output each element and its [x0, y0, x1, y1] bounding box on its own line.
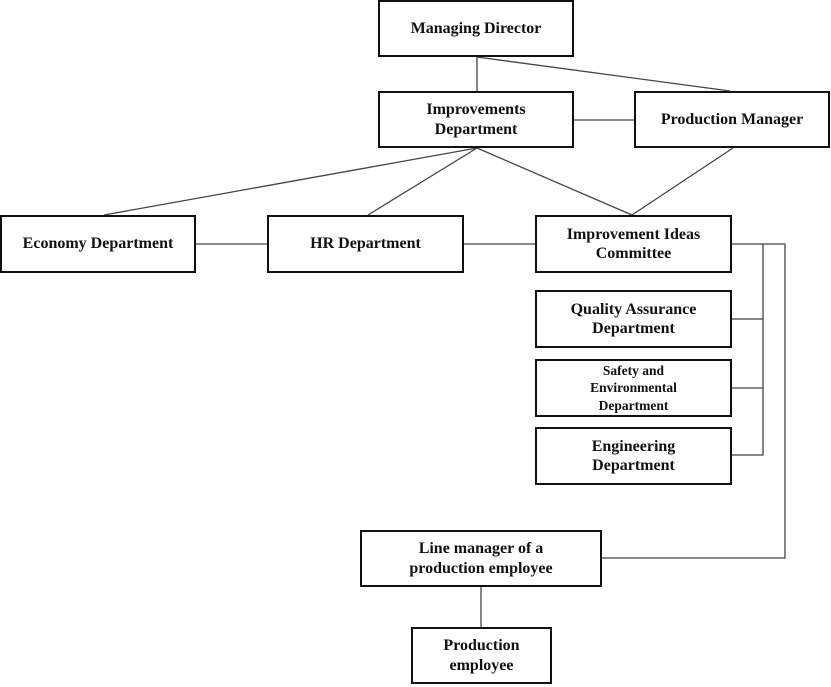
node-label: Improvements Department: [426, 101, 526, 138]
node-hr-department[interactable]: HR Department: [267, 215, 464, 273]
node-engineering-department[interactable]: Engineering Department: [535, 427, 732, 485]
node-label: Line manager of a production employee: [409, 540, 553, 577]
node-production-manager[interactable]: Production Manager: [634, 91, 830, 148]
node-label: Engineering Department: [591, 437, 676, 474]
connector-imp-iic: [476, 147, 633, 216]
node-label: Economy Department: [22, 235, 174, 253]
org-chart: Managing Director Improvements Departmen…: [0, 0, 831, 687]
node-label: Production Manager: [660, 110, 804, 128]
node-safety-environmental-department[interactable]: Safety and Environmental Department: [535, 359, 732, 417]
node-managing-director[interactable]: Managing Director: [378, 0, 574, 57]
connector-iic-bracket-inner: [732, 243, 764, 456]
node-improvement-ideas-committee[interactable]: Improvement Ideas Committee: [535, 215, 732, 273]
node-improvements-department[interactable]: Improvements Department: [378, 91, 574, 148]
node-quality-assurance-department[interactable]: Quality Assurance Department: [535, 290, 732, 348]
connector-pm-iic: [631, 147, 734, 216]
node-economy-department[interactable]: Economy Department: [0, 215, 196, 273]
connector-imp-eco: [103, 147, 478, 216]
node-label: HR Department: [310, 235, 421, 253]
node-production-employee[interactable]: Production employee: [411, 627, 552, 684]
node-label: Managing Director: [410, 19, 542, 37]
node-label: Production employee: [443, 637, 520, 674]
node-label: Safety and Environmental Department: [590, 362, 677, 413]
node-label: Improvement Ideas Committee: [566, 225, 701, 262]
node-label: Quality Assurance Department: [570, 300, 697, 337]
connector-md-pm: [476, 56, 731, 92]
node-line-manager[interactable]: Line manager of a production employee: [360, 530, 602, 587]
